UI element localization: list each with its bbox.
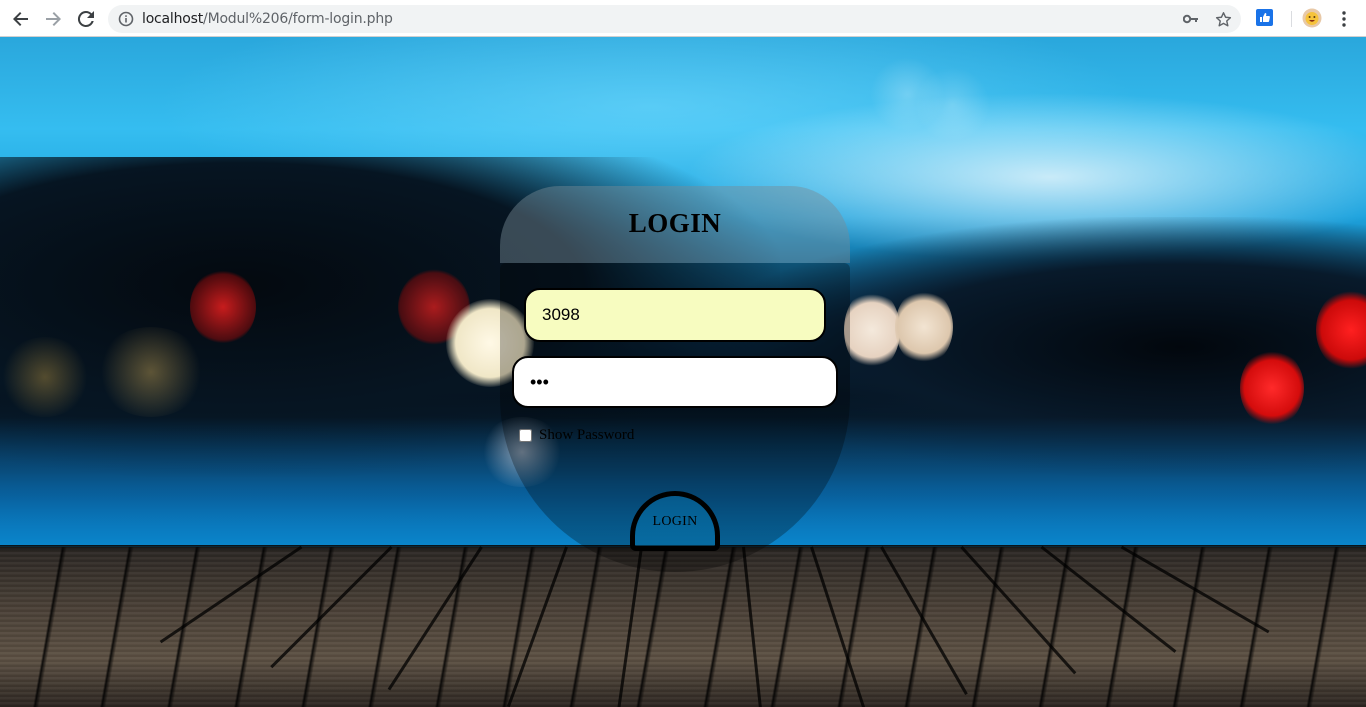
back-arrow-icon[interactable]: [8, 6, 34, 32]
bokeh-light: [844, 289, 900, 371]
username-input[interactable]: [524, 288, 826, 342]
bokeh-light: [1240, 349, 1304, 427]
bokeh-light: [96, 327, 206, 417]
url-host: localhost: [142, 11, 204, 27]
password-input[interactable]: [512, 356, 838, 408]
login-title: LOGIN: [628, 208, 722, 238]
info-icon[interactable]: [118, 11, 134, 32]
bokeh-light: [0, 337, 90, 417]
show-password-row[interactable]: Show Password: [519, 427, 634, 444]
show-password-label: Show Password: [539, 427, 635, 443]
emoji-avatar-icon[interactable]: [1302, 8, 1322, 28]
menu-kebab-icon[interactable]: [1335, 10, 1353, 28]
extension-icon[interactable]: [1256, 9, 1274, 27]
toolbar-divider: [1291, 11, 1292, 27]
address-bar[interactable]: localhost/Modul%206/form-login.php: [108, 5, 1241, 33]
bokeh-light: [895, 289, 953, 365]
url-path: /Modul%206/form-login.php: [203, 11, 393, 27]
browser-toolbar: localhost/Modul%206/form-login.php: [0, 0, 1366, 37]
forward-arrow-icon[interactable]: [40, 6, 66, 32]
url-text: localhost/Modul%206/form-login.php: [142, 11, 393, 27]
login-form: LOGIN Show Password LOGIN: [500, 186, 850, 572]
star-icon[interactable]: [1214, 11, 1232, 27]
page-viewport: LOGIN Show Password LOGIN: [0, 37, 1366, 707]
show-password-checkbox[interactable]: [519, 429, 532, 442]
reload-icon[interactable]: [73, 6, 99, 32]
bokeh-light: [190, 269, 256, 345]
key-icon[interactable]: [1182, 11, 1200, 27]
login-card-header: LOGIN: [500, 186, 850, 263]
bokeh-light: [915, 67, 990, 142]
